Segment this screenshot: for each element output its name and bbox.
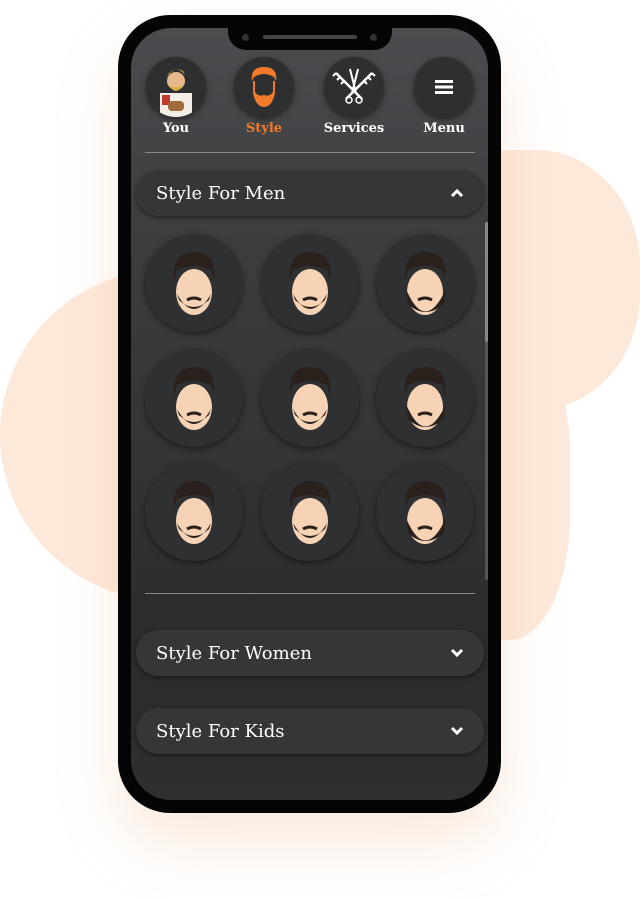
nav-menu[interactable]: Menu bbox=[414, 57, 474, 136]
hairstyle-option[interactable] bbox=[261, 234, 359, 332]
hairstyle-option[interactable] bbox=[145, 349, 243, 447]
app-screen: You Style Services Menu Style For Men St… bbox=[131, 28, 488, 800]
hairstyle-face-icon bbox=[289, 252, 331, 315]
hairstyle-face-icon bbox=[404, 252, 446, 315]
hairstyle-option[interactable] bbox=[376, 349, 474, 447]
hairstyle-face-icon bbox=[173, 367, 215, 430]
barber-avatar-icon bbox=[160, 69, 192, 117]
phone-notch bbox=[228, 28, 392, 50]
hairstyle-face-icon bbox=[289, 481, 331, 544]
scissors-comb-icon bbox=[332, 68, 376, 104]
beard-face-icon bbox=[251, 67, 277, 107]
chevron-down-icon bbox=[450, 648, 464, 658]
chevron-up-icon bbox=[450, 188, 464, 198]
nav-services[interactable]: Services bbox=[324, 57, 384, 136]
accordion-style-for-kids[interactable]: Style For Kids bbox=[136, 708, 484, 754]
hairstyle-option[interactable] bbox=[145, 463, 243, 561]
hairstyle-option[interactable] bbox=[145, 234, 243, 332]
hairstyle-face-icon bbox=[404, 481, 446, 544]
hairstyle-face-icon bbox=[404, 367, 446, 430]
nav-you[interactable]: You bbox=[146, 57, 206, 136]
hairstyle-face-icon bbox=[289, 367, 331, 430]
hairstyle-option[interactable] bbox=[261, 463, 359, 561]
scrollbar[interactable] bbox=[485, 222, 488, 580]
hairstyle-option[interactable] bbox=[376, 234, 474, 332]
chevron-down-icon bbox=[450, 726, 464, 736]
divider bbox=[145, 152, 475, 153]
nav-style[interactable]: Style bbox=[234, 57, 294, 136]
hairstyle-option[interactable] bbox=[261, 349, 359, 447]
accordion-style-for-men[interactable]: Style For Men bbox=[136, 170, 484, 216]
divider bbox=[145, 593, 475, 594]
hairstyle-face-icon bbox=[173, 481, 215, 544]
hamburger-menu-icon bbox=[435, 80, 453, 94]
phone-frame: You Style Services Menu Style For Men St… bbox=[118, 15, 501, 813]
hairstyle-option[interactable] bbox=[376, 463, 474, 561]
hairstyle-face-icon bbox=[173, 252, 215, 315]
accordion-style-for-women[interactable]: Style For Women bbox=[136, 630, 484, 676]
